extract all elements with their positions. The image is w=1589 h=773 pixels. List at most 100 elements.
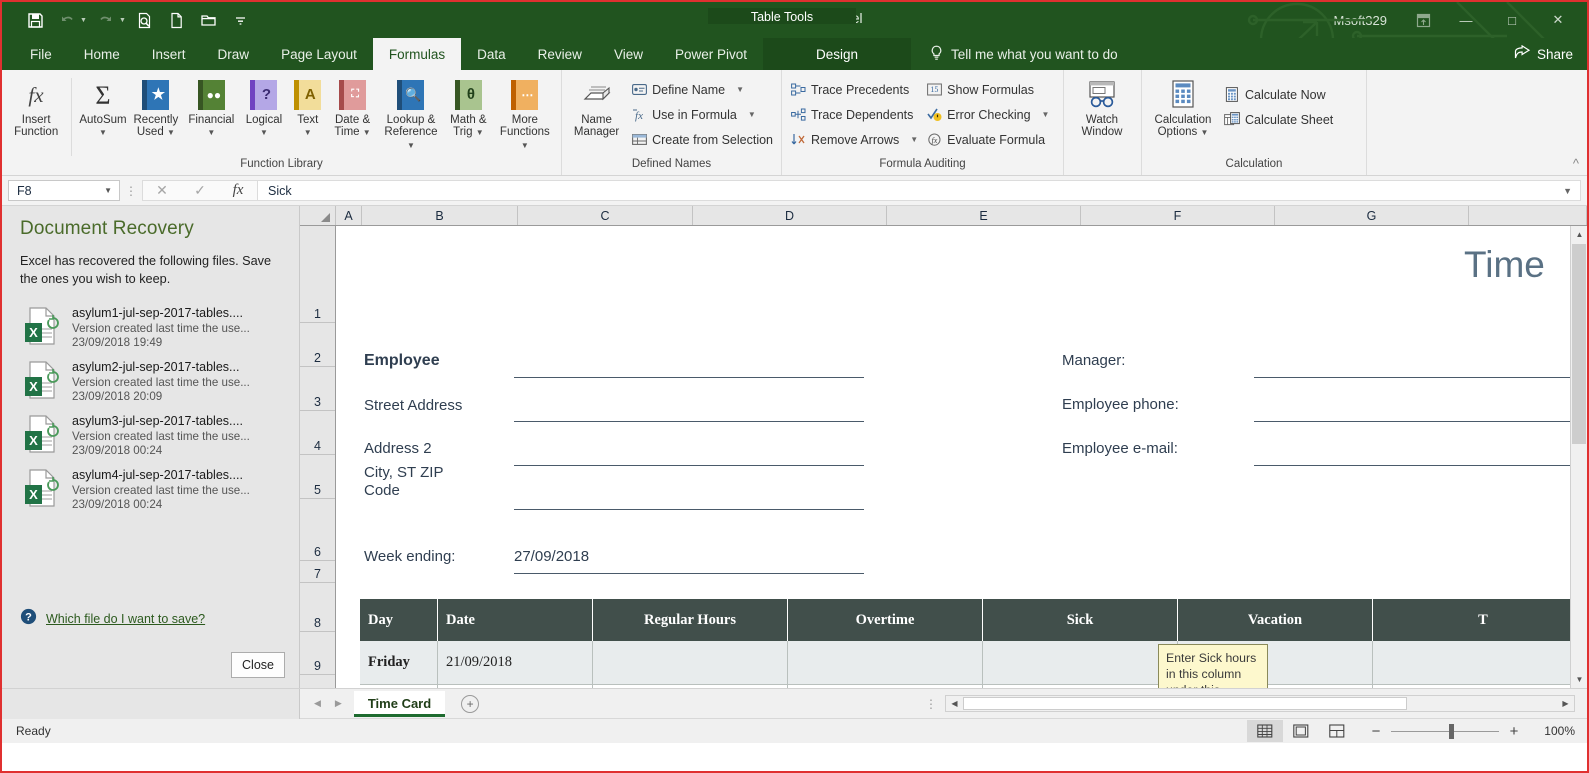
column-header-B[interactable]: B: [362, 206, 518, 225]
collapse-ribbon-icon[interactable]: ^: [1573, 156, 1579, 171]
vertical-scroll-thumb[interactable]: [1572, 244, 1586, 444]
redo-icon[interactable]: [91, 7, 121, 33]
horizontal-scroll-thumb[interactable]: [963, 697, 1407, 710]
math-trig-button[interactable]: θ Math & Trig ▼: [444, 74, 493, 139]
create-from-selection-button[interactable]: Create from Selection: [627, 127, 777, 152]
page-layout-view-icon[interactable]: [1283, 720, 1319, 742]
calculate-now-button[interactable]: Calculate Now: [1220, 82, 1337, 107]
field-line-employee-phone[interactable]: [1254, 421, 1587, 422]
list-item[interactable]: X asylum4-jul-sep-2017-tables.... Versio…: [2, 462, 299, 516]
vertical-scrollbar[interactable]: ▲ ▼: [1570, 226, 1587, 688]
sheet-next-icon[interactable]: ▶: [335, 698, 342, 709]
zoom-slider-thumb[interactable]: [1449, 723, 1454, 739]
insert-function-fx-icon[interactable]: fx: [219, 182, 257, 199]
logical-button[interactable]: ? Logical ▼: [240, 74, 289, 139]
tab-review[interactable]: Review: [522, 38, 598, 70]
row-header-6[interactable]: 6: [300, 499, 335, 561]
column-header-A[interactable]: A: [336, 206, 362, 225]
share-button[interactable]: Share: [1514, 38, 1587, 70]
calculation-options-button[interactable]: Calculation Options ▼: [1146, 74, 1220, 139]
field-line-employee-email[interactable]: [1254, 465, 1587, 466]
horizontal-scrollbar[interactable]: ◀ ▶: [945, 695, 1575, 712]
more-functions-button[interactable]: ⋯ More Functions ▼: [493, 74, 557, 151]
tab-page-layout[interactable]: Page Layout: [265, 38, 373, 70]
autosum-button[interactable]: Σ AutoSum ▼: [77, 74, 128, 139]
normal-view-icon[interactable]: [1247, 720, 1283, 742]
save-icon[interactable]: [20, 7, 50, 33]
sheet-tab-time-card[interactable]: Time Card: [353, 690, 446, 717]
row-header-3[interactable]: 3: [300, 367, 335, 411]
table-header-total[interactable]: T: [1373, 599, 1587, 641]
undo-dropdown-icon[interactable]: ▼: [80, 17, 87, 24]
select-all-corner[interactable]: [300, 206, 336, 225]
tab-home[interactable]: Home: [68, 38, 136, 70]
scroll-right-icon[interactable]: ▶: [1557, 696, 1574, 711]
ribbon-display-options-icon[interactable]: [1403, 13, 1443, 28]
cancel-formula-icon[interactable]: ✕: [143, 182, 181, 199]
insert-function-button[interactable]: fx Insert Function: [6, 74, 66, 139]
table-row[interactable]: Friday 21/09/2018: [360, 641, 1587, 685]
cell-regular-hours[interactable]: [593, 641, 788, 685]
value-week-ending[interactable]: 27/09/2018: [514, 548, 589, 566]
column-header-D[interactable]: D: [693, 206, 887, 225]
sheet-prev-icon[interactable]: ◀: [314, 698, 321, 709]
tab-file[interactable]: File: [14, 38, 68, 70]
field-line-employee[interactable]: [514, 377, 864, 378]
zoom-slider[interactable]: [1391, 723, 1499, 739]
lookup-reference-button[interactable]: 🔍 Lookup & Reference ▼: [378, 74, 444, 151]
close-button[interactable]: ✕: [1535, 3, 1581, 37]
zoom-in-button[interactable]: +: [1507, 723, 1521, 740]
tell-me-box[interactable]: Tell me what you want to do: [911, 38, 1118, 70]
list-item[interactable]: X asylum1-jul-sep-2017-tables.... Versio…: [2, 300, 299, 354]
formula-input[interactable]: Sick ▼: [258, 180, 1581, 201]
table-header-sick[interactable]: Sick: [983, 599, 1178, 641]
minimize-button[interactable]: —: [1443, 3, 1489, 37]
zoom-out-button[interactable]: −: [1369, 723, 1383, 740]
cell-total[interactable]: [1373, 641, 1587, 685]
scroll-down-icon[interactable]: ▼: [1571, 671, 1587, 688]
error-checking-button[interactable]: Error Checking ▼: [922, 102, 1053, 127]
row-header-1[interactable]: 1: [300, 226, 335, 323]
column-header-F[interactable]: F: [1081, 206, 1275, 225]
table-header-date[interactable]: Date: [438, 599, 593, 641]
redo-dropdown-icon[interactable]: ▼: [119, 17, 126, 24]
field-line-address-2[interactable]: [514, 465, 864, 466]
maximize-button[interactable]: □: [1489, 3, 1535, 37]
column-header-G[interactable]: G: [1275, 206, 1469, 225]
table-header-vacation[interactable]: Vacation: [1178, 599, 1373, 641]
trace-precedents-button[interactable]: Trace Precedents: [786, 77, 922, 102]
print-preview-icon[interactable]: [130, 7, 160, 33]
new-icon[interactable]: [162, 7, 192, 33]
watch-window-button[interactable]: Watch Window: [1068, 74, 1136, 139]
show-formulas-button[interactable]: 15 Show Formulas: [922, 77, 1053, 102]
cell-area[interactable]: Time Employee Street Address Address 2 C…: [336, 226, 1587, 688]
trace-dependents-button[interactable]: Trace Dependents: [786, 102, 922, 127]
column-header-partial[interactable]: [1469, 206, 1587, 225]
cell-day[interactable]: Friday: [360, 641, 438, 685]
tab-power-pivot[interactable]: Power Pivot: [659, 38, 763, 70]
list-item[interactable]: X asylum3-jul-sep-2017-tables.... Versio…: [2, 408, 299, 462]
cell-date[interactable]: 21/09/2018: [438, 641, 593, 685]
define-name-button[interactable]: Define Name ▼: [627, 77, 777, 102]
table-header-overtime[interactable]: Overtime: [788, 599, 983, 641]
horizontal-splitter[interactable]: ⋮: [925, 697, 945, 711]
financial-button[interactable]: ●● Financial ▼: [183, 74, 239, 139]
scroll-left-icon[interactable]: ◀: [946, 696, 963, 711]
tab-view[interactable]: View: [598, 38, 659, 70]
undo-icon[interactable]: [52, 7, 82, 33]
tab-insert[interactable]: Insert: [136, 38, 202, 70]
zoom-level-label[interactable]: 100%: [1529, 724, 1575, 738]
field-line-street-address[interactable]: [514, 421, 864, 422]
row-header-9[interactable]: 9: [300, 632, 335, 675]
user-account-name[interactable]: Msoft329: [1334, 13, 1387, 28]
text-button[interactable]: A Text ▼: [288, 74, 327, 139]
row-header-4[interactable]: 4: [300, 411, 335, 455]
tab-design[interactable]: Design: [763, 38, 911, 70]
which-file-to-save-link[interactable]: Which file do I want to save?: [46, 612, 205, 626]
tab-draw[interactable]: Draw: [202, 38, 266, 70]
column-header-C[interactable]: C: [518, 206, 693, 225]
page-break-preview-icon[interactable]: [1319, 720, 1355, 742]
enter-formula-icon[interactable]: ✓: [181, 182, 219, 199]
cell-sick[interactable]: [983, 641, 1178, 685]
table-header-regular-hours[interactable]: Regular Hours: [593, 599, 788, 641]
